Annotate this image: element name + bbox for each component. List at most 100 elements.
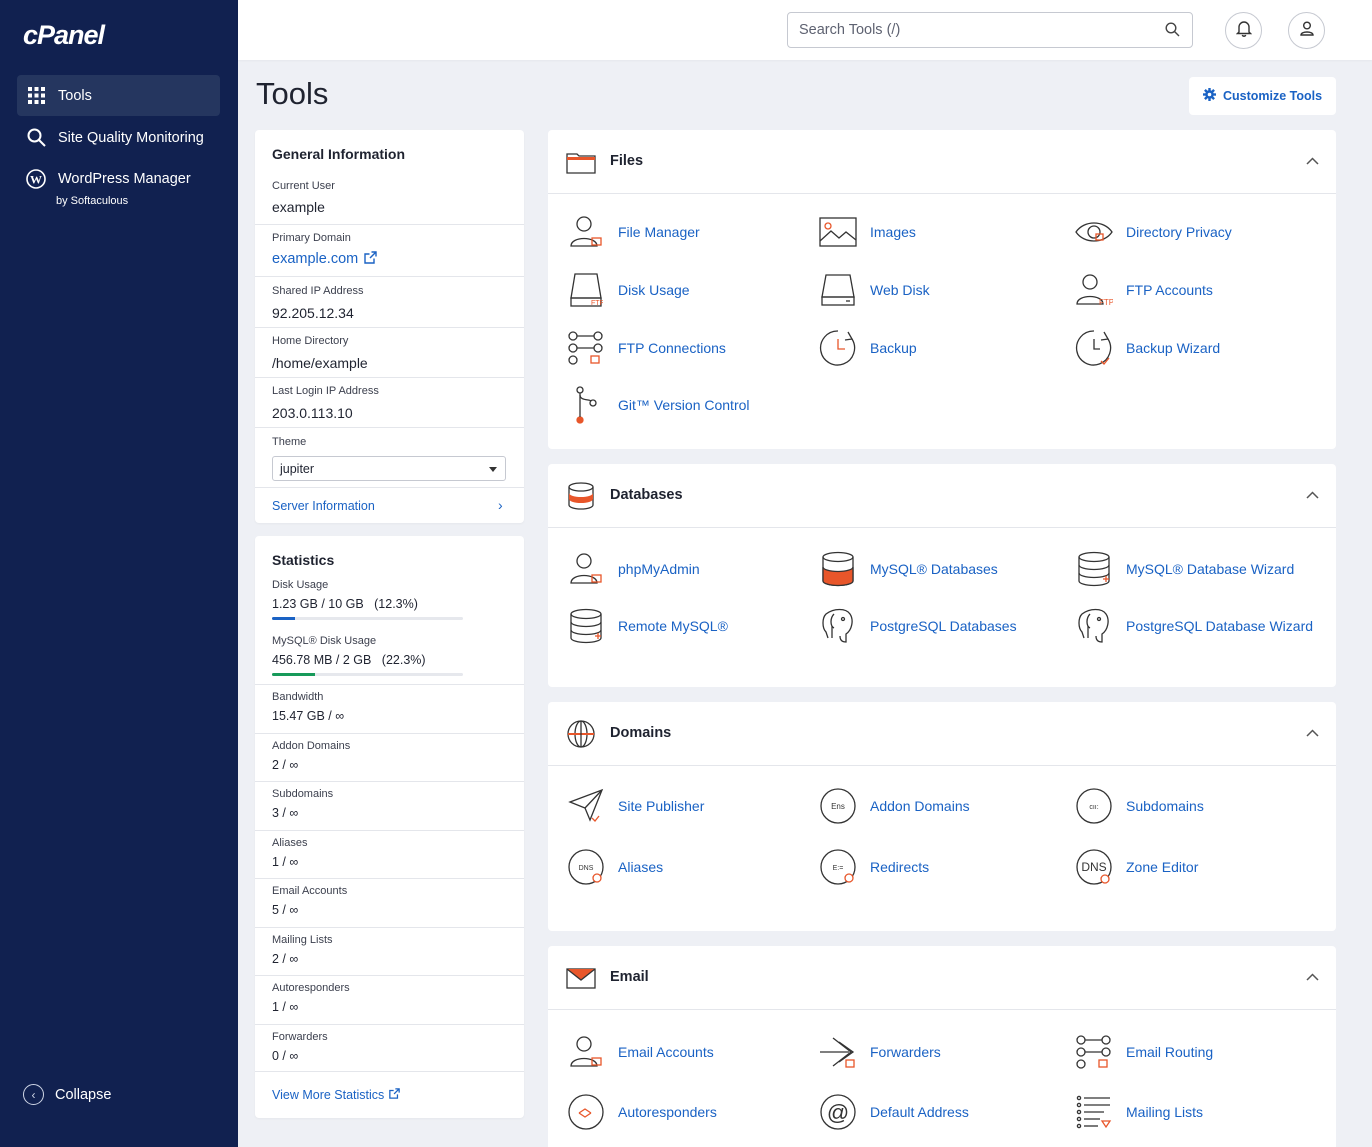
tool-label: MySQL® Database Wizard (1126, 561, 1295, 577)
tool-web-disk[interactable]: Web Disk (818, 270, 930, 310)
chevron-up-icon (1306, 486, 1319, 504)
fwd-icon (818, 1032, 858, 1072)
primary-domain-link[interactable]: example.com (272, 251, 377, 267)
tool-autoresponders[interactable]: Autoresponders (566, 1092, 717, 1132)
chevron-right-icon[interactable]: › (498, 497, 503, 513)
tool-label: Addon Domains (870, 798, 970, 814)
eye-icon (1074, 212, 1114, 252)
disk-icon: FTP (566, 270, 606, 310)
tool-mysql-databases[interactable]: MySQL® Databases (818, 549, 998, 589)
domains-section-header[interactable]: Domains (548, 702, 1336, 766)
databases-section: Databases phpMyAdmin MySQL® Databases MySQ… (548, 464, 1336, 687)
user-icon (566, 1032, 606, 1072)
tool-label: Forwarders (870, 1044, 941, 1060)
tool-addon-domains[interactable]: Ens Addon Domains (818, 786, 970, 826)
tool-email-accounts[interactable]: Email Accounts (566, 1032, 714, 1072)
tool-label: Email Accounts (618, 1044, 714, 1060)
ftpuser-icon: FTP (1074, 270, 1114, 310)
caret-down-icon (489, 467, 497, 472)
collapse-label: Collapse (55, 1086, 112, 1103)
tool-subdomains[interactable]: cıı: Subdomains (1074, 786, 1204, 826)
stat-label: Email Accounts (272, 885, 348, 897)
notifications-button[interactable] (1225, 12, 1262, 49)
tool-redirects[interactable]: E:= Redirects (818, 847, 929, 887)
sidebar-item-site-quality[interactable]: Site Quality Monitoring (17, 117, 220, 158)
page-title: Tools (256, 76, 329, 111)
databases-section-header[interactable]: Databases (548, 464, 1336, 528)
plane-icon (566, 786, 606, 826)
shared-ip-label: Shared IP Address (272, 285, 364, 297)
tool-label: Redirects (870, 859, 930, 875)
chevron-up-icon (1306, 152, 1319, 170)
bell-icon (1235, 20, 1252, 42)
tool-zone-editor[interactable]: DNS Zone Editor (1074, 847, 1198, 887)
svg-text:W: W (30, 172, 42, 186)
git-icon (566, 385, 606, 425)
databases-title: Databases (610, 487, 683, 503)
divider (255, 684, 524, 685)
disk-usage-bar-fill (272, 617, 296, 620)
tool-label: Images (870, 224, 916, 240)
tool-backup-wizard[interactable]: Backup Wizard (1074, 328, 1220, 368)
sub-icon: cıı: (1074, 786, 1114, 826)
connections-icon (1074, 1032, 1114, 1072)
statistics-heading: Statistics (272, 552, 335, 568)
home-dir-value: /home/example (272, 355, 368, 371)
sidebar-item-label: Site Quality Monitoring (58, 129, 204, 146)
tool-images[interactable]: Images (818, 212, 916, 252)
tool-file-manager[interactable]: File Manager (566, 212, 700, 252)
server-information-link[interactable]: Server Information (272, 499, 375, 513)
customize-tools-button[interactable]: Customize Tools (1189, 77, 1336, 115)
domains-section: Domains Site Publisher Ens Addon Domains cı… (548, 702, 1336, 931)
files-section-header[interactable]: Files (548, 130, 1336, 194)
tool-mysql-database-wizard[interactable]: MySQL® Database Wizard (1074, 549, 1294, 589)
divider (255, 487, 524, 488)
tool-label: Directory Privacy (1126, 224, 1232, 240)
tool-postgresql-database-wizard[interactable]: PostgreSQL Database Wizard (1074, 606, 1313, 646)
email-section-header[interactable]: Email (548, 946, 1336, 1010)
tool-postgresql-databases[interactable]: PostgreSQL Databases (818, 606, 1017, 646)
sidebar-item-tools[interactable]: Tools (17, 75, 220, 116)
tool-phpmyadmin[interactable]: phpMyAdmin (566, 549, 700, 589)
svg-text:E:=: E:= (833, 865, 844, 872)
tool-email-routing[interactable]: Email Routing (1074, 1032, 1213, 1072)
disk-usage-value: 1.23 GB / 10 GB (12.3%) (272, 597, 418, 611)
wordpress-icon: W (26, 168, 46, 189)
tool-ftp-accounts[interactable]: FTP FTP Accounts (1074, 270, 1213, 310)
grid-icon (26, 86, 46, 106)
external-link-icon (364, 251, 377, 267)
dns-icon: DNS (566, 847, 606, 887)
tool-default-address[interactable]: @ Default Address (818, 1092, 969, 1132)
search-icon[interactable] (1165, 22, 1180, 42)
theme-select[interactable]: jupiter (272, 456, 506, 481)
tool-directory-privacy[interactable]: Directory Privacy (1074, 212, 1232, 252)
tool-remote-mysql[interactable]: Remote MySQL® (566, 606, 728, 646)
stat-label: Mailing Lists (272, 933, 333, 946)
last-login-label: Last Login IP Address (272, 385, 379, 397)
tool-forwarders[interactable]: Forwarders (818, 1032, 941, 1072)
tool-label: FTP Accounts (1126, 282, 1213, 298)
tool-aliases[interactable]: DNS Aliases (566, 847, 663, 887)
tool-label: Email Routing (1126, 1044, 1214, 1060)
database-icon (566, 481, 596, 511)
svg-text:cıı:: cıı: (1089, 804, 1098, 811)
tool-disk-usage[interactable]: FTP Disk Usage (566, 270, 690, 310)
tool-mailing-lists[interactable]: Mailing Lists (1074, 1092, 1203, 1132)
divider (255, 781, 524, 782)
stat-value: 1 / ∞ (272, 854, 299, 869)
mysql-disk-value: 456.78 MB / 2 GB (22.3%) (272, 653, 426, 667)
sidebar-item-wordpress[interactable]: W WordPress Manager (17, 158, 220, 199)
files-section: Files File Manager Images Directory Privac… (548, 130, 1336, 449)
tool-label: Disk Usage (618, 282, 690, 298)
tool-label: Mailing Lists (1126, 1104, 1204, 1120)
search-input[interactable] (788, 13, 1148, 47)
divider (255, 377, 524, 378)
tool-site-publisher[interactable]: Site Publisher (566, 786, 704, 826)
tool-ftp-connections[interactable]: FTP Connections (566, 328, 726, 368)
view-more-statistics-link[interactable]: View More Statistics (272, 1088, 401, 1102)
tool-git-version-control[interactable]: Git™ Version Control (566, 385, 750, 425)
cpanel-logo[interactable]: cPanel (23, 20, 105, 51)
user-menu-button[interactable] (1288, 12, 1325, 49)
collapse-button[interactable]: ‹ Collapse (23, 1084, 111, 1105)
tool-backup[interactable]: Backup (818, 328, 917, 368)
